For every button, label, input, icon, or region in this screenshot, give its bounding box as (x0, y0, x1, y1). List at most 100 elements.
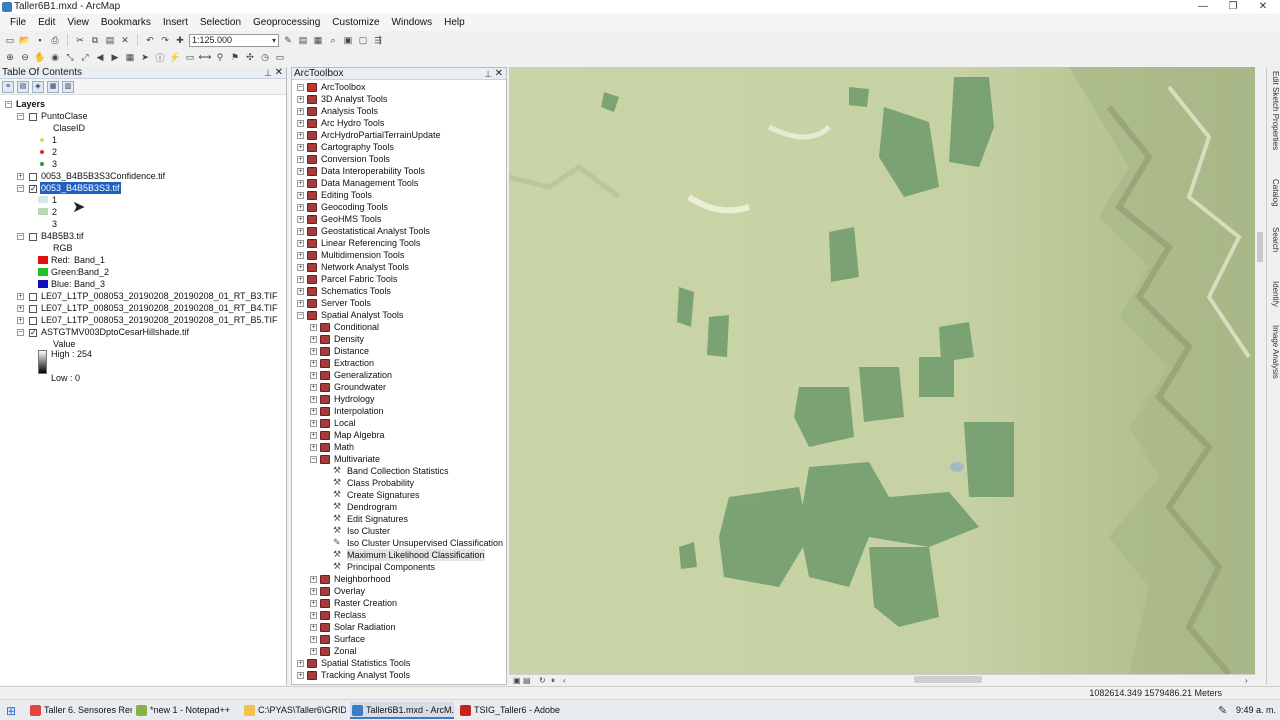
collapse-icon[interactable]: − (297, 84, 304, 91)
toolbox-item[interactable]: + Server Tools (292, 297, 506, 309)
python-window-icon[interactable]: ▢ (357, 34, 369, 46)
expand-icon[interactable]: + (297, 120, 304, 127)
add-data-icon[interactable]: ✚ (174, 34, 186, 46)
toolbox-item[interactable]: + Geostatistical Analyst Tools (292, 225, 506, 237)
html-popup-icon[interactable]: ▭ (184, 51, 196, 63)
collapse-icon[interactable]: − (297, 312, 304, 319)
tool-principal-components[interactable]: ⚒ Principal Components (292, 561, 506, 573)
scroll-left-icon[interactable]: ‹ (563, 676, 566, 685)
catalog-window-icon[interactable]: ▦ (312, 34, 324, 46)
collapse-icon[interactable]: − (5, 101, 12, 108)
menu-view[interactable]: View (61, 15, 95, 31)
menu-help[interactable]: Help (438, 15, 471, 31)
full-extent-icon[interactable]: ◉ (49, 51, 61, 63)
horizontal-scrollbar-thumb[interactable] (914, 676, 982, 683)
expand-icon[interactable]: + (297, 204, 304, 211)
toolbox-item[interactable]: + GeoHMS Tools (292, 213, 506, 225)
back-extent-icon[interactable]: ◀ (94, 51, 106, 63)
arctoolbox-root[interactable]: − ArcToolbox (292, 81, 506, 93)
windows-start-icon[interactable]: ⊞ (6, 704, 16, 718)
toolbox-item[interactable]: + Schematics Tools (292, 285, 506, 297)
layer-visibility-checkbox[interactable] (29, 173, 37, 181)
toolbox-item[interactable]: + Analysis Tools (292, 105, 506, 117)
tool-maximum-likelihood-classification[interactable]: ⚒ Maximum Likelihood Classification (292, 549, 506, 561)
toolset-item[interactable]: + Hydrology (292, 393, 506, 405)
pen-tray-icon[interactable]: ✎ (1218, 704, 1227, 717)
expand-icon[interactable]: + (297, 132, 304, 139)
layer-visibility-checkbox-checked[interactable]: ✓ (29, 185, 37, 193)
expand-icon[interactable]: + (297, 300, 304, 307)
taskbar-item-arcmap[interactable]: Taller6B1.mxd - ArcM... (350, 702, 454, 719)
restore-button[interactable]: ❐ (1216, 0, 1250, 14)
expand-icon[interactable]: + (310, 432, 317, 439)
open-folder-icon[interactable]: 📂 (19, 34, 31, 46)
toolset-item[interactable]: + Generalization (292, 369, 506, 381)
expand-icon[interactable]: + (297, 240, 304, 247)
toolbox-spatial-analyst[interactable]: − Spatial Analyst Tools (292, 309, 506, 321)
toolset-item[interactable]: + Conditional (292, 321, 506, 333)
time-slider-icon[interactable]: ◷ (259, 51, 271, 63)
tab-edit-sketch-properties[interactable]: Edit Sketch Properties (1268, 71, 1280, 150)
menu-insert[interactable]: Insert (157, 15, 194, 31)
collapse-icon[interactable]: − (17, 233, 24, 240)
expand-icon[interactable]: + (310, 420, 317, 427)
toolset-item[interactable]: + Reclass (292, 609, 506, 621)
toolbox-item[interactable]: + Arc Hydro Tools (292, 117, 506, 129)
redo-icon[interactable]: ↷ (159, 34, 171, 46)
close-window-button[interactable]: ✕ (1246, 0, 1280, 14)
expand-icon[interactable]: + (297, 96, 304, 103)
expand-icon[interactable]: + (310, 588, 317, 595)
layer-visibility-checkbox[interactable] (29, 113, 37, 121)
expand-icon[interactable]: + (310, 408, 317, 415)
expand-icon[interactable]: + (17, 293, 24, 300)
collapse-icon[interactable]: − (17, 185, 24, 192)
collapse-icon[interactable]: − (17, 329, 24, 336)
menu-bookmarks[interactable]: Bookmarks (95, 15, 157, 31)
minimize-button[interactable]: — (1186, 0, 1220, 14)
menu-customize[interactable]: Customize (326, 15, 385, 31)
toolbox-item[interactable]: + Conversion Tools (292, 153, 506, 165)
pan-icon[interactable]: ✋ (34, 51, 46, 63)
toolset-item[interactable]: + Solar Radiation (292, 621, 506, 633)
expand-icon[interactable]: + (297, 264, 304, 271)
tool-iso-cluster-unsupervised-classification[interactable]: ✎ Iso Cluster Unsupervised Classification (292, 537, 506, 549)
identify-icon[interactable]: ⓘ (154, 51, 166, 63)
collapse-icon[interactable]: − (17, 113, 24, 120)
tool-iso-cluster[interactable]: ⚒ Iso Cluster (292, 525, 506, 537)
expand-icon[interactable]: + (297, 660, 304, 667)
layer-puntoclase[interactable]: PuntoClase (41, 110, 88, 122)
toolbox-item[interactable]: + Editing Tools (292, 189, 506, 201)
expand-icon[interactable]: + (297, 192, 304, 199)
toolset-item[interactable]: + Math (292, 441, 506, 453)
layer-visibility-checkbox[interactable] (29, 233, 37, 241)
toolset-item[interactable]: + Surface (292, 633, 506, 645)
zoom-out-icon[interactable]: ⊖ (19, 51, 31, 63)
expand-icon[interactable]: + (310, 396, 317, 403)
tool-edit-signatures[interactable]: ⚒ Edit Signatures (292, 513, 506, 525)
list-by-selection-icon[interactable]: ▦ (47, 80, 59, 93)
layer-visibility-checkbox[interactable] (29, 305, 37, 313)
layer-visibility-checkbox[interactable] (29, 317, 37, 325)
toolbox-item[interactable]: + ArcHydroPartialTerrainUpdate (292, 129, 506, 141)
taskbar-item-chrome[interactable]: Taller 6. Sensores Rem... (28, 702, 132, 719)
toolset-multivariate[interactable]: − Multivariate (292, 453, 506, 465)
toolset-item[interactable]: + Overlay (292, 585, 506, 597)
tab-image-analysis[interactable]: Image Analysis (1268, 325, 1280, 379)
map-scale-combo[interactable]: 1:125.000 (189, 33, 279, 47)
expand-icon[interactable]: + (310, 324, 317, 331)
viewer-window-icon[interactable]: ▭ (274, 51, 286, 63)
tool-dendrogram[interactable]: ⚒ Dendrogram (292, 501, 506, 513)
layer-le07-b3[interactable]: LE07_L1TP_008053_20190208_20190208_01_RT… (41, 290, 278, 302)
menu-geoprocessing[interactable]: Geoprocessing (247, 15, 326, 31)
zoom-in-icon[interactable]: ⊕ (4, 51, 16, 63)
taskbar-item-explorer[interactable]: C:\PYAS\Taller6\GRID... (242, 702, 346, 719)
layer-b4b5b3[interactable]: B4B5B3.tif (41, 230, 84, 242)
taskbar-item-acrobat[interactable]: TSIG_Taller6 - Adobe ... (458, 702, 562, 719)
pin-icon[interactable]: ⊥ (484, 68, 492, 80)
select-features-icon[interactable]: ▦ (124, 51, 136, 63)
expand-icon[interactable]: + (297, 672, 304, 679)
expand-icon[interactable]: + (310, 612, 317, 619)
expand-icon[interactable]: + (310, 600, 317, 607)
print-icon[interactable]: ⎙ (49, 34, 61, 46)
toolset-item[interactable]: + Map Algebra (292, 429, 506, 441)
